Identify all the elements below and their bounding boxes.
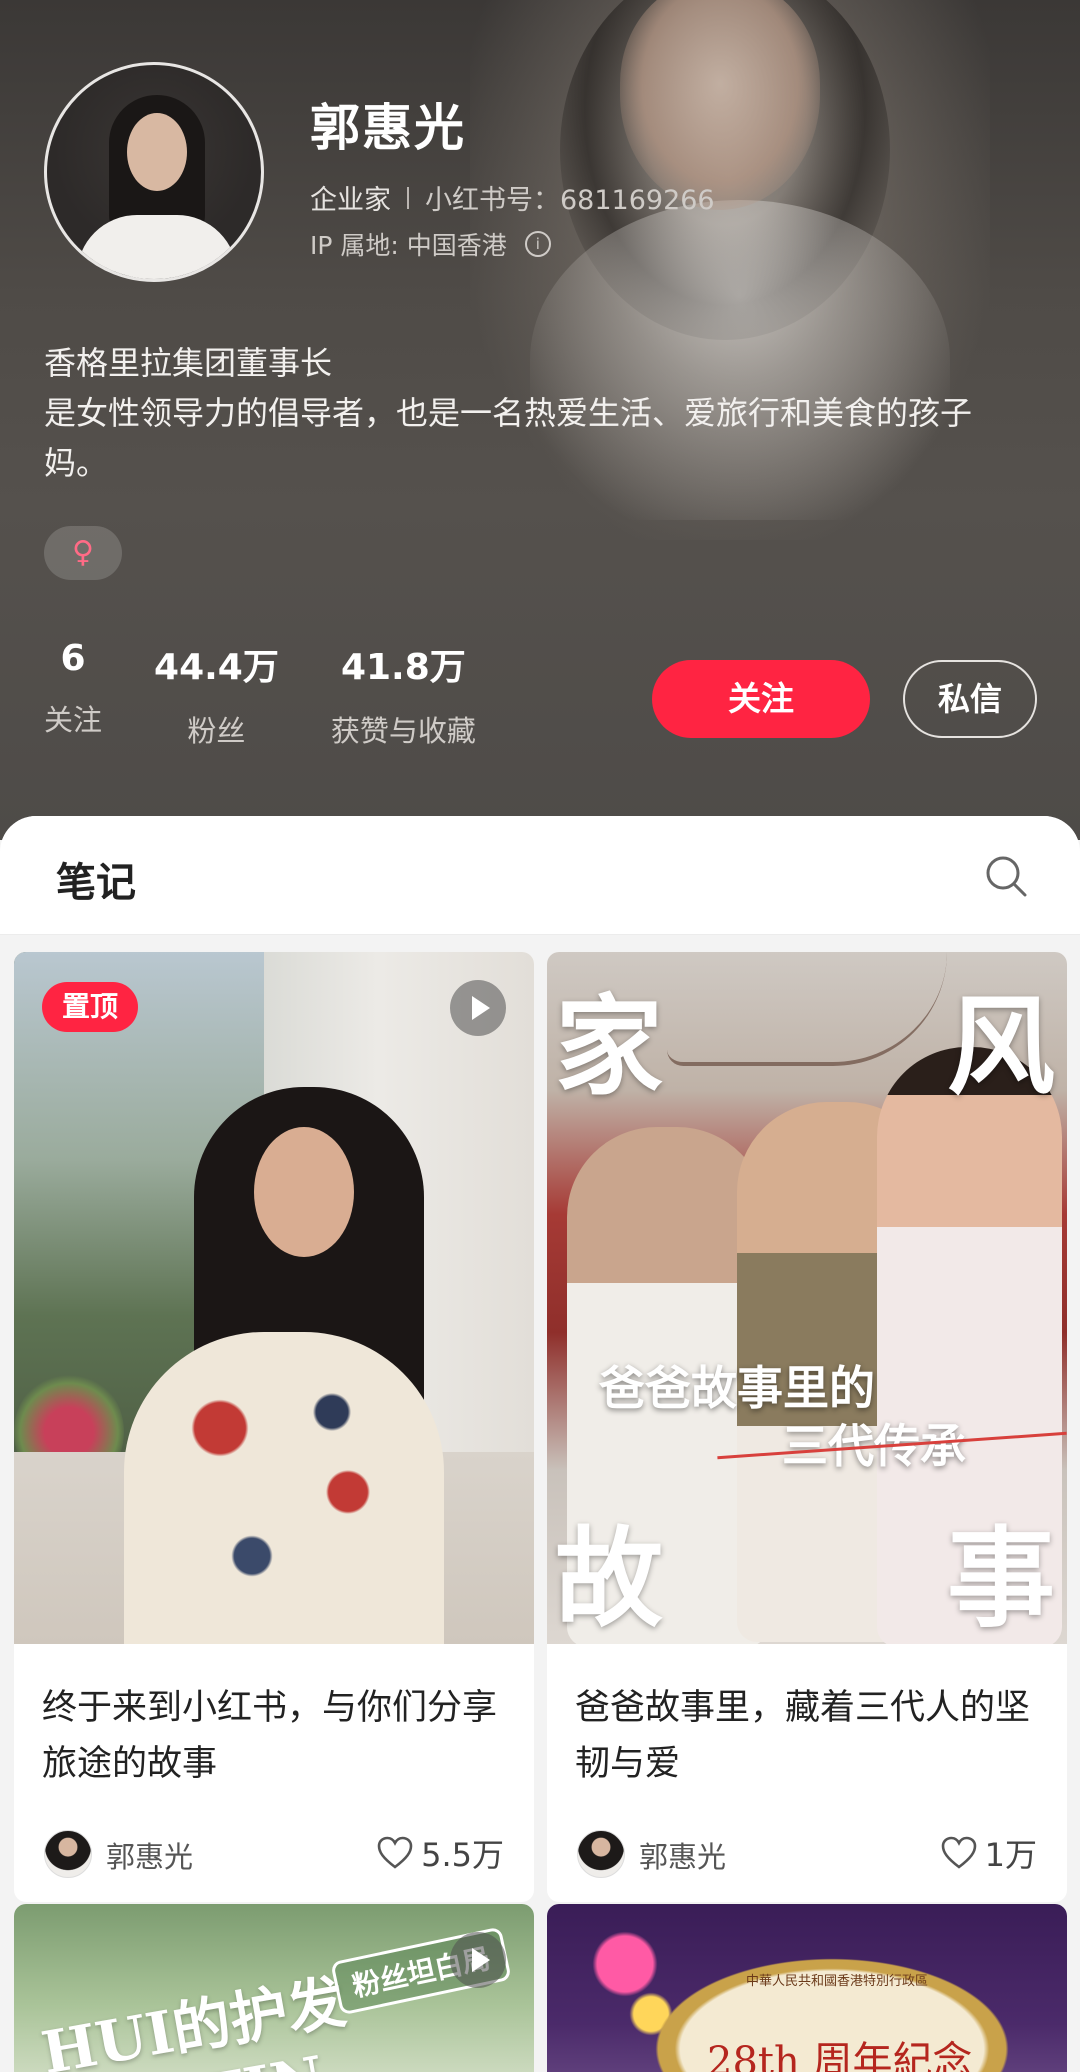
- follow-button[interactable]: 关注: [652, 660, 870, 738]
- note-cover-image[interactable]: 家 风 故 事 爸爸故事里的 三代传承: [547, 952, 1067, 1644]
- stat-following[interactable]: 6 关注: [44, 638, 102, 750]
- profile-header: 郭惠光 企业家 小红书号：681169266 IP 属地: 中国香港 i 香格里…: [0, 0, 1080, 840]
- note-cover-image[interactable]: HUI的护发 ROUTIN 粉丝坦白局: [14, 1904, 534, 2072]
- bio-line-2: 是女性领导力的倡导者，也是一名热爱生活、爱旅行和美食的孩子妈。: [44, 394, 973, 482]
- bio-line-1: 香格里拉集团董事长: [44, 344, 333, 382]
- like-count-value: 1万: [984, 1836, 1037, 1874]
- stat-likes-value: 41.8万: [340, 647, 466, 688]
- author-avatar[interactable]: [577, 1830, 625, 1878]
- ip-location: IP 属地: 中国香港: [310, 231, 507, 260]
- profile-avatar[interactable]: [44, 62, 264, 282]
- cover-char-3: 故: [555, 1516, 664, 1642]
- meta-divider: [407, 186, 409, 209]
- note-title[interactable]: 终于来到小红书，与你们分享旅途的故事: [42, 1680, 504, 1792]
- profile-role: 企业家: [310, 185, 391, 216]
- stat-followers-label: 粉丝: [187, 714, 246, 748]
- stat-followers[interactable]: 44.4万 粉丝: [154, 638, 279, 750]
- notes-panel: 笔记 置顶 终于来到小红书，与你们分享旅途的故事 郭惠光 5.5万 家 风 故 …: [0, 816, 1080, 2072]
- stat-followers-value: 44.4万: [154, 647, 279, 688]
- message-button[interactable]: 私信: [903, 660, 1037, 738]
- stat-following-label: 关注: [44, 703, 103, 737]
- heart-icon[interactable]: [377, 1836, 413, 1870]
- cover-plaque-text: 中華人民共和國香港特別行政區: [745, 1974, 928, 1989]
- like-count-value: 5.5万: [421, 1836, 504, 1874]
- note-card[interactable]: 置顶 终于来到小红书，与你们分享旅途的故事 郭惠光 5.5万: [14, 952, 534, 1902]
- play-icon: [450, 980, 506, 1036]
- heart-icon[interactable]: [941, 1836, 977, 1870]
- stat-likes-collects[interactable]: 41.8万 获赞与收藏: [331, 638, 476, 750]
- cover-char-4: 事: [947, 1516, 1056, 1642]
- profile-stats: 6 关注 44.4万 粉丝 41.8万 获赞与收藏: [44, 638, 528, 750]
- stat-likes-label: 获赞与收藏: [330, 714, 476, 748]
- cover-line-1: 爸爸故事里的: [599, 1361, 875, 1415]
- gender-female-icon: ♀: [44, 526, 122, 580]
- tab-notes[interactable]: 笔记: [56, 850, 136, 908]
- note-footer: 郭惠光 5.5万: [14, 1792, 534, 1902]
- info-icon[interactable]: i: [524, 231, 551, 257]
- note-footer: 郭惠光 1万: [547, 1792, 1067, 1902]
- like-count[interactable]: 5.5万: [377, 1830, 504, 1876]
- note-cover-image[interactable]: 中華人民共和國香港特別行政區 28th 周年紀念: [547, 1904, 1067, 2072]
- author-name[interactable]: 郭惠光: [106, 1834, 193, 1876]
- pinned-badge: 置顶: [42, 982, 139, 1032]
- note-cover-image[interactable]: 置顶: [14, 952, 534, 1644]
- note-card[interactable]: HUI的护发 ROUTIN 粉丝坦白局: [14, 1904, 534, 2072]
- author-name[interactable]: 郭惠光: [639, 1834, 726, 1876]
- stat-following-value: 6: [60, 638, 86, 679]
- profile-bio: 香格里拉集团董事长 是女性领导力的倡导者，也是一名热爱生活、爱旅行和美食的孩子妈…: [44, 338, 1034, 488]
- note-card[interactable]: 中華人民共和國香港特別行政區 28th 周年紀念: [547, 1904, 1067, 2072]
- author-avatar[interactable]: [44, 1830, 92, 1878]
- note-card[interactable]: 家 风 故 事 爸爸故事里的 三代传承 爸爸故事里，藏着三代人的坚韧与爱 郭惠光…: [547, 952, 1067, 1902]
- cover-char-1: 家: [555, 984, 664, 1110]
- play-icon: [450, 1932, 506, 1988]
- ip-location-row: IP 属地: 中国香港 i: [310, 226, 551, 262]
- notes-tab-bar: 笔记: [0, 816, 1080, 935]
- profile-meta-row: 企业家 小红书号：681169266: [310, 178, 715, 217]
- profile-name: 郭惠光: [310, 99, 466, 157]
- profile-id[interactable]: 小红书号：681169266: [425, 178, 715, 217]
- cover-anniversary-text: 28th 周年紀念: [707, 2039, 973, 2072]
- search-icon[interactable]: [984, 854, 1028, 898]
- note-title[interactable]: 爸爸故事里，藏着三代人的坚韧与爱: [575, 1680, 1037, 1792]
- like-count[interactable]: 1万: [941, 1830, 1037, 1876]
- cover-char-2: 风: [947, 984, 1056, 1110]
